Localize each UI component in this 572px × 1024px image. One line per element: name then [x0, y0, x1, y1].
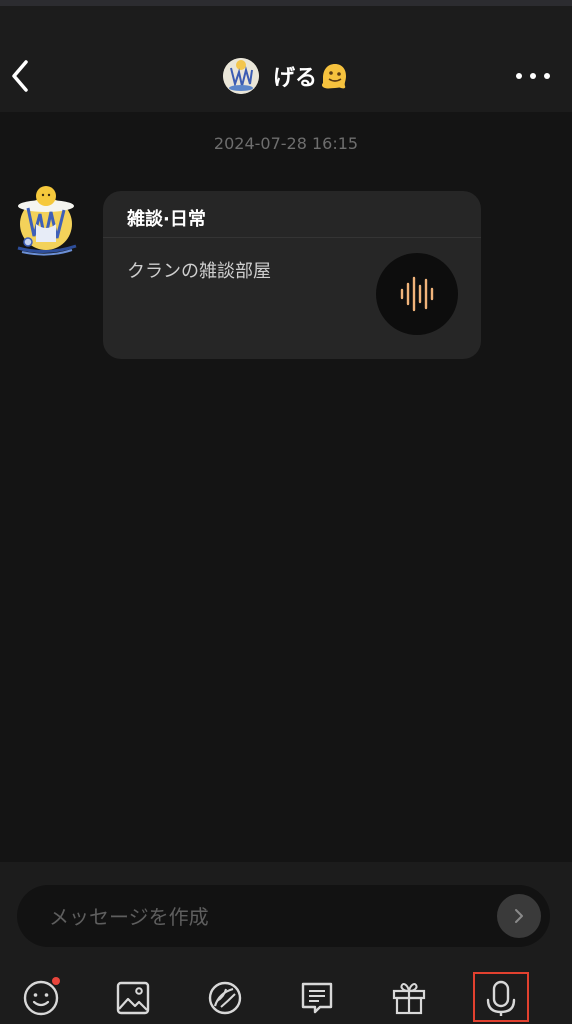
voice-join-button[interactable] [376, 253, 458, 335]
message-input-container [17, 885, 550, 949]
composer-area [0, 862, 572, 1024]
sticker-button[interactable] [203, 976, 247, 1020]
voice-waveform-icon [400, 276, 434, 312]
gift-icon [392, 982, 426, 1015]
notification-dot [52, 977, 60, 985]
voice-button-highlight [473, 972, 529, 1022]
message-timestamp: 2024-07-28 16:15 [213, 134, 359, 153]
chevron-right-icon [515, 909, 523, 923]
chat-screen: げる 2024-07-28 16:15 雑談·日常 クランの雑談部屋 メッセージ… [0, 0, 572, 1024]
melting-face-icon [321, 64, 346, 89]
voice-room-card[interactable]: 雑談·日常 クランの雑談部屋 [103, 191, 481, 359]
more-horizontal-icon [516, 73, 522, 79]
sender-avatar[interactable] [14, 184, 78, 256]
chat-header: げる [0, 6, 572, 112]
emoji-button[interactable] [19, 976, 63, 1020]
card-title: 雑談·日常 [127, 209, 206, 230]
sticker-icon [208, 981, 242, 1015]
avatar [222, 58, 259, 94]
more-button[interactable] [516, 64, 550, 88]
message-list-button[interactable] [295, 976, 339, 1020]
gift-button[interactable] [387, 976, 431, 1020]
chat-title-text: げる [272, 66, 317, 91]
send-button[interactable] [497, 894, 541, 938]
message-list-icon [301, 982, 333, 1014]
card-divider [103, 237, 481, 238]
message-input[interactable] [47, 885, 491, 949]
chat-title[interactable]: げる [0, 56, 572, 96]
image-icon [116, 981, 150, 1015]
image-button[interactable] [111, 976, 155, 1020]
card-description: クランの雑談部屋 [127, 261, 271, 282]
